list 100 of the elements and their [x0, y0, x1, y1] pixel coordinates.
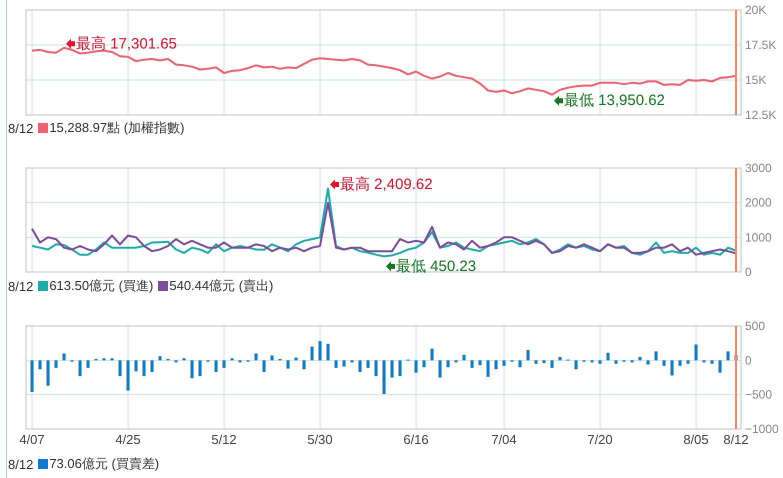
extreme-label: 最低 450.23	[396, 258, 476, 275]
legend-text: 15,288.97點 (加權指數)	[49, 119, 184, 137]
bar	[710, 360, 714, 364]
bar	[382, 360, 386, 394]
bar	[318, 341, 322, 360]
bar	[134, 360, 138, 372]
extreme-label: 最低 13,950.62	[564, 92, 665, 110]
bar	[518, 360, 522, 368]
legend-date: 8/12	[8, 456, 34, 472]
bar	[398, 360, 402, 376]
bar	[454, 360, 458, 362]
bar	[118, 360, 122, 376]
bar	[502, 360, 506, 366]
bar	[326, 344, 330, 360]
arrow-icon	[330, 179, 339, 190]
bar	[526, 350, 530, 360]
legend-date: 8/12	[8, 120, 34, 136]
bar	[174, 360, 178, 362]
bar	[486, 360, 490, 377]
bar	[46, 360, 50, 386]
bar	[110, 358, 114, 360]
axis-label: 4/25	[115, 432, 141, 447]
bar	[366, 360, 370, 368]
bar	[270, 356, 274, 360]
axis-label: 2000	[745, 196, 772, 210]
bar	[430, 348, 434, 360]
legend-text: 73.06億元 (買賣差)	[49, 455, 160, 473]
bar	[734, 355, 738, 360]
bar	[662, 360, 666, 366]
bar	[598, 360, 602, 364]
bar	[462, 354, 466, 360]
bar	[630, 360, 634, 362]
bar	[694, 344, 698, 360]
bar	[478, 360, 482, 366]
bar	[574, 360, 578, 370]
bar	[54, 360, 58, 368]
bar	[702, 360, 706, 362]
bar	[446, 360, 450, 368]
legend-date: 8/12	[8, 278, 34, 294]
legend-text: 613.50億元 (買進)	[49, 277, 154, 295]
axis-label: 500	[745, 319, 766, 333]
legend-text: 540.44億元 (賣出)	[169, 277, 274, 295]
bar	[638, 356, 642, 360]
extreme-label: 最高 17,301.65	[76, 35, 177, 52]
bar	[350, 360, 354, 362]
bar	[606, 352, 610, 360]
axis-label: 5/30	[307, 432, 333, 447]
bar	[726, 351, 730, 360]
bar	[86, 360, 90, 368]
bar	[558, 356, 562, 360]
bar	[294, 358, 298, 360]
bar	[30, 360, 34, 392]
bar	[342, 360, 346, 367]
bar	[126, 360, 130, 391]
axis-label: 17.5K	[745, 38, 776, 52]
axis-label: 4/07	[19, 432, 45, 447]
bar	[102, 358, 106, 360]
bar	[374, 360, 378, 376]
bar	[686, 360, 690, 364]
bar	[550, 360, 554, 368]
bar	[78, 360, 82, 376]
bar	[262, 360, 266, 372]
axis-label: 12.5K	[745, 108, 776, 120]
bar	[62, 353, 66, 360]
axis-label: 5/12	[211, 432, 237, 447]
bar	[614, 360, 618, 364]
bar	[470, 360, 474, 368]
bar	[670, 360, 674, 376]
bar	[286, 360, 290, 369]
bar	[534, 360, 538, 364]
axis-label: 1000	[745, 230, 772, 244]
extreme-label: 最高 2,409.62	[340, 176, 433, 193]
bar	[38, 360, 42, 370]
axis-label: 15K	[745, 73, 766, 87]
bar	[414, 360, 418, 373]
bar	[542, 360, 546, 364]
bar	[238, 360, 242, 362]
bar	[310, 346, 314, 360]
axis-label: 7/20	[587, 432, 613, 447]
bar	[150, 360, 154, 372]
bar	[678, 360, 682, 366]
bar	[438, 360, 442, 378]
bar	[142, 360, 146, 376]
bar	[334, 360, 338, 368]
axis-label: 0	[745, 353, 752, 368]
axis-label: 3000	[745, 161, 772, 175]
axis-label: 0	[745, 265, 752, 276]
bar	[358, 360, 362, 372]
bar	[190, 360, 194, 378]
axis-label: −500	[745, 388, 772, 402]
bar	[214, 360, 218, 372]
arrow-icon	[386, 261, 395, 272]
bar	[390, 360, 394, 378]
axis-label: 20K	[745, 3, 766, 17]
arrow-icon	[66, 38, 75, 49]
bar	[230, 358, 234, 360]
bar	[718, 360, 722, 373]
bar	[158, 356, 162, 360]
bar	[198, 360, 202, 376]
bar	[302, 360, 306, 370]
